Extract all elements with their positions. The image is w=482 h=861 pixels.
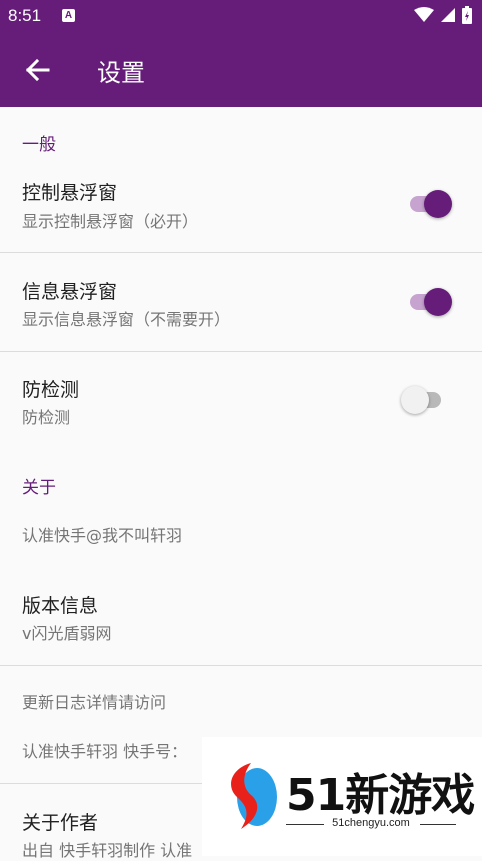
watermark-text: 51新游戏 <box>286 770 475 821</box>
pref-summary: 显示控制悬浮窗（必开） <box>22 212 199 231</box>
pref-title: 版本信息 <box>22 595 99 617</box>
pref-title: 防检测 <box>22 379 80 401</box>
status-time: 8:51 <box>8 6 42 25</box>
app-bar: 设置 <box>0 34 482 107</box>
float-control-switch[interactable] <box>406 189 456 219</box>
divider <box>0 665 482 666</box>
watermark-line <box>420 824 456 825</box>
switch-thumb <box>401 386 429 414</box>
pref-summary: 显示信息悬浮窗（不需要开） <box>22 310 231 329</box>
wifi-icon <box>414 7 434 22</box>
switch-thumb <box>424 288 452 316</box>
category-general: 一般 <box>22 135 56 155</box>
pref-title: 控制悬浮窗 <box>22 182 118 204</box>
watermark-overlay: 51新游戏 51chengyu.com <box>202 737 482 856</box>
notification-icon: A <box>62 9 75 22</box>
watermark-logo-icon <box>231 763 277 829</box>
page-title: 设置 <box>97 59 145 87</box>
battery-icon <box>462 6 472 24</box>
changelog-text[interactable]: 更新日志详情请访问 <box>22 689 166 713</box>
pref-summary: v闪光盾弱网 <box>22 624 112 643</box>
signal-icon <box>441 8 455 22</box>
system-icons <box>414 6 472 24</box>
pref-summary: 出自 快手轩羽制作 认准 <box>22 841 193 860</box>
pref-title: 关于作者 <box>22 812 99 834</box>
watermark-url: 51chengyu.com <box>332 817 410 829</box>
switch-thumb <box>424 190 452 218</box>
kuaishou-text[interactable]: 认准快手轩羽 快手号： <box>22 738 187 762</box>
status-bar: 8:51 A <box>0 0 482 34</box>
pref-summary: 防检测 <box>22 408 71 427</box>
divider <box>0 252 482 253</box>
about-follow-text[interactable]: 认准快手@我不叫轩羽 <box>22 522 182 546</box>
anti-detect-switch[interactable] <box>401 385 451 415</box>
back-arrow-icon[interactable] <box>24 56 52 84</box>
float-info-switch[interactable] <box>406 287 456 317</box>
category-about: 关于 <box>22 478 56 498</box>
divider <box>0 351 482 352</box>
pref-title: 信息悬浮窗 <box>22 281 118 303</box>
